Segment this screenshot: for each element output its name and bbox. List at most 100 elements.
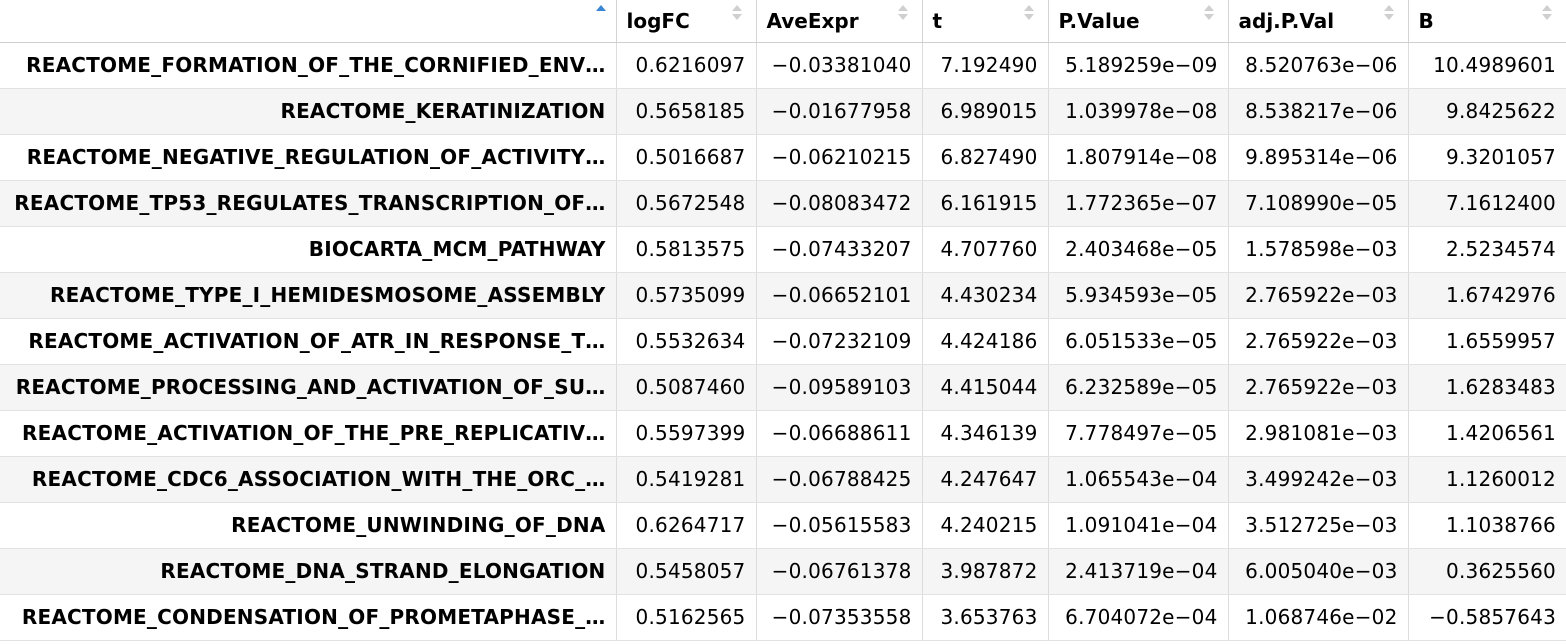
- b-cell: 1.6283483: [1408, 364, 1566, 411]
- row-name-cell: REACTOME_ACTIVATION_OF_THE_PRE_REPLICATI…: [0, 410, 617, 457]
- adj-p-val-cell: 1.578598e−03: [1228, 226, 1409, 273]
- b-cell: 1.4206561: [1408, 410, 1566, 457]
- sort-icon[interactable]: [595, 4, 606, 24]
- row-name-cell: REACTOME_CDC6_ASSOCIATION_WITH_THE_ORC_…: [0, 456, 617, 503]
- b-cell: 9.8425622: [1408, 88, 1566, 135]
- logfc-cell: 0.5597399: [616, 410, 757, 457]
- logfc-cell: 0.5532634: [616, 318, 757, 365]
- row-name-cell: REACTOME_UNWINDING_OF_DNA: [0, 502, 617, 549]
- column-header-logfc[interactable]: logFC: [616, 0, 757, 43]
- adj-p-val-cell: 3.499242e−03: [1228, 456, 1409, 503]
- row-name-cell: BIOCARTA_MCM_PATHWAY: [0, 226, 617, 273]
- adj-p-val-cell: 2.765922e−03: [1228, 364, 1409, 411]
- b-cell: 1.1038766: [1408, 502, 1566, 549]
- row-name-cell: REACTOME_TYPE_I_HEMIDESMOSOME_ASSEMBLY: [0, 272, 617, 319]
- p-value-cell: 1.065543e−04: [1048, 456, 1229, 503]
- sort-descending-icon: [1542, 14, 1552, 20]
- adj-p-val-cell: 2.981081e−03: [1228, 410, 1409, 457]
- column-header-row-names[interactable]: [0, 0, 617, 43]
- t-cell: 7.192490: [922, 42, 1049, 89]
- logfc-cell: 0.5658185: [616, 88, 757, 135]
- logfc-cell: 0.5419281: [616, 456, 757, 503]
- t-cell: 3.653763: [922, 594, 1049, 641]
- p-value-cell: 1.091041e−04: [1048, 502, 1229, 549]
- b-cell: 1.1260012: [1408, 456, 1566, 503]
- column-header-adj-p-val[interactable]: adj.P.Val: [1228, 0, 1409, 43]
- logfc-cell: 0.5087460: [616, 364, 757, 411]
- aveexpr-cell: −0.01677958: [756, 88, 923, 135]
- b-cell: 0.3625560: [1408, 548, 1566, 595]
- p-value-cell: 2.403468e−05: [1048, 226, 1229, 273]
- table-row: REACTOME_CDC6_ASSOCIATION_WITH_THE_ORC_……: [0, 456, 1566, 503]
- logfc-cell: 0.5016687: [616, 134, 757, 181]
- sort-ascending-icon: [731, 5, 742, 11]
- p-value-cell: 1.039978e−08: [1048, 88, 1229, 135]
- results-table: logFC AveExpr t P.Value adj.P.Val B REACTOME_…: [0, 0, 1566, 641]
- sort-descending-icon: [1023, 14, 1034, 20]
- sort-icon[interactable]: [1023, 4, 1034, 24]
- adj-p-val-cell: 8.520763e−06: [1228, 42, 1409, 89]
- table-row: REACTOME_FORMATION_OF_THE_CORNIFIED_ENV……: [0, 42, 1566, 89]
- adj-p-val-cell: 1.068746e−02: [1228, 594, 1409, 641]
- column-header-b[interactable]: B: [1408, 0, 1566, 43]
- b-cell: 10.4989601: [1408, 42, 1566, 89]
- row-name-cell: REACTOME_FORMATION_OF_THE_CORNIFIED_ENV…: [0, 42, 617, 89]
- table-body: REACTOME_FORMATION_OF_THE_CORNIFIED_ENV……: [0, 42, 1566, 641]
- adj-p-val-cell: 8.538217e−06: [1228, 88, 1409, 135]
- aveexpr-cell: −0.06688611: [756, 410, 923, 457]
- aveexpr-cell: −0.07232109: [756, 318, 923, 365]
- sort-ascending-icon: [1383, 5, 1394, 11]
- sort-icon[interactable]: [1203, 4, 1214, 24]
- aveexpr-cell: −0.05615583: [756, 502, 923, 549]
- table-row: REACTOME_ACTIVATION_OF_THE_PRE_REPLICATI…: [0, 410, 1566, 457]
- aveexpr-cell: −0.03381040: [756, 42, 923, 89]
- aveexpr-cell: −0.08083472: [756, 180, 923, 227]
- table-row: REACTOME_CONDENSATION_OF_PROMETAPHASE_… 0…: [0, 594, 1566, 641]
- sort-icon[interactable]: [731, 4, 742, 24]
- table-row: BIOCARTA_MCM_PATHWAY 0.5813575 −0.07433207…: [0, 226, 1566, 273]
- adj-p-val-cell: 3.512725e−03: [1228, 502, 1409, 549]
- column-header-t[interactable]: t: [922, 0, 1049, 43]
- table-row: REACTOME_ACTIVATION_OF_ATR_IN_RESPONSE_T…: [0, 318, 1566, 365]
- sort-descending-icon: [1203, 14, 1214, 20]
- row-name-cell: REACTOME_NEGATIVE_REGULATION_OF_ACTIVITY…: [0, 134, 617, 181]
- t-cell: 3.987872: [922, 548, 1049, 595]
- p-value-cell: 6.232589e−05: [1048, 364, 1229, 411]
- row-name-cell: REACTOME_CONDENSATION_OF_PROMETAPHASE_…: [0, 594, 617, 641]
- p-value-cell: 5.934593e−05: [1048, 272, 1229, 319]
- b-cell: 1.6559957: [1408, 318, 1566, 365]
- sort-ascending-icon: [1542, 5, 1552, 11]
- sort-descending-icon: [731, 14, 742, 20]
- column-header-label: logFC: [626, 8, 690, 33]
- b-cell: 1.6742976: [1408, 272, 1566, 319]
- row-name-cell: REACTOME_DNA_STRAND_ELONGATION: [0, 548, 617, 595]
- aveexpr-cell: −0.06652101: [756, 272, 923, 319]
- sort-ascending-icon: [897, 5, 908, 11]
- sort-ascending-icon: [595, 5, 606, 11]
- column-header-label: P.Value: [1058, 8, 1140, 33]
- sort-icon[interactable]: [897, 4, 908, 24]
- table-row: REACTOME_TYPE_I_HEMIDESMOSOME_ASSEMBLY 0.…: [0, 272, 1566, 319]
- column-header-label: t: [932, 8, 943, 33]
- sort-descending-icon: [897, 14, 908, 20]
- row-name-cell: REACTOME_TP53_REGULATES_TRANSCRIPTION_OF…: [0, 180, 617, 227]
- column-header-p-value[interactable]: P.Value: [1048, 0, 1229, 43]
- p-value-cell: 6.704072e−04: [1048, 594, 1229, 641]
- table-row: REACTOME_NEGATIVE_REGULATION_OF_ACTIVITY…: [0, 134, 1566, 181]
- aveexpr-cell: −0.06761378: [756, 548, 923, 595]
- logfc-cell: 0.5458057: [616, 548, 757, 595]
- table-row: REACTOME_DNA_STRAND_ELONGATION 0.5458057−…: [0, 548, 1566, 595]
- p-value-cell: 1.772365e−07: [1048, 180, 1229, 227]
- sort-descending-icon: [1383, 14, 1394, 20]
- sort-icon[interactable]: [1542, 4, 1552, 24]
- sort-ascending-icon: [1023, 5, 1034, 11]
- table-row: REACTOME_TP53_REGULATES_TRANSCRIPTION_OF…: [0, 180, 1566, 227]
- t-cell: 4.240215: [922, 502, 1049, 549]
- adj-p-val-cell: 6.005040e−03: [1228, 548, 1409, 595]
- sort-icon[interactable]: [1383, 4, 1394, 24]
- column-header-aveexpr[interactable]: AveExpr: [756, 0, 923, 43]
- t-cell: 6.161915: [922, 180, 1049, 227]
- table-row: REACTOME_KERATINIZATION 0.5658185 −0.01677…: [0, 88, 1566, 135]
- aveexpr-cell: −0.07433207: [756, 226, 923, 273]
- logfc-cell: 0.6216097: [616, 42, 757, 89]
